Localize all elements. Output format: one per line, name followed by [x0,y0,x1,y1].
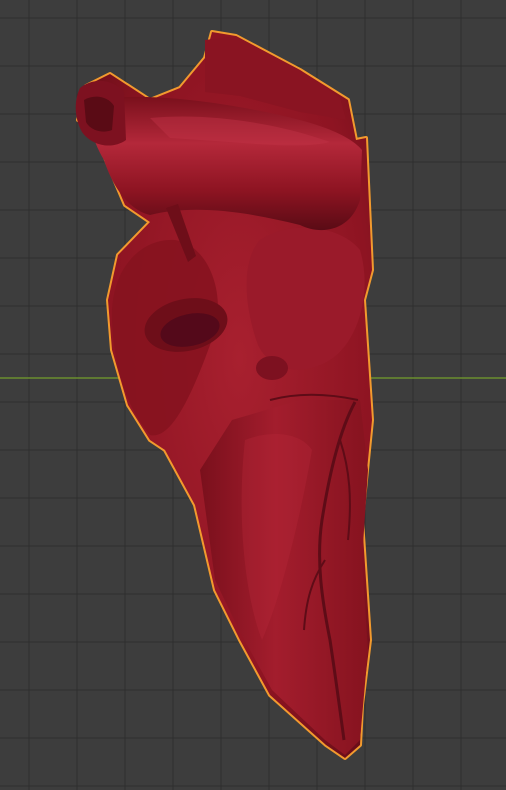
heart-object[interactable] [75,30,374,760]
3d-viewport[interactable] [0,0,506,790]
viewport-canvas[interactable] [0,0,506,790]
vessel-stub [256,356,288,380]
